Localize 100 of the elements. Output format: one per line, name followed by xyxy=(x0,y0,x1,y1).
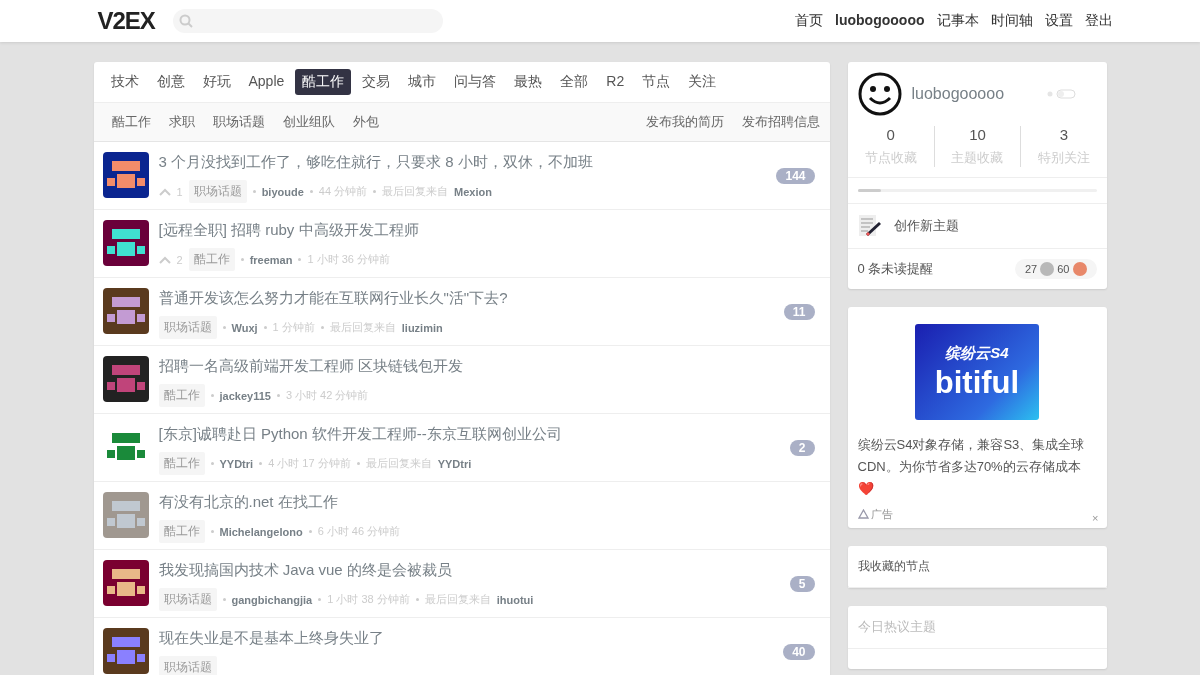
node-tag[interactable]: 职场话题 xyxy=(158,656,217,675)
card-title: 今日热议主题 xyxy=(847,606,1107,649)
banner-brand: bitiful xyxy=(934,364,1020,401)
avatar-drawing[interactable] xyxy=(102,152,149,198)
tab[interactable]: 好玩 xyxy=(195,69,238,95)
author-link[interactable]: Mexion xyxy=(454,185,492,198)
avatar-drawing[interactable] xyxy=(102,560,149,606)
topic-title[interactable]: 3 个月没找到工作了，够吃住就行，只要求 8 小时，双休，不加班 xyxy=(158,152,767,171)
search-field[interactable] xyxy=(172,9,443,33)
stat-value[interactable]: 0 xyxy=(886,126,895,143)
separator-dot-icon xyxy=(210,462,214,465)
separator-dot-icon xyxy=(320,326,324,329)
author-link[interactable]: ihuotui xyxy=(496,593,534,606)
author-link[interactable]: Michelangelono xyxy=(219,525,303,538)
topic-title[interactable]: [远程全职] 招聘 ruby 中高级开发工程师 xyxy=(158,220,816,239)
notepad-pencil-icon xyxy=(857,214,882,238)
author-link[interactable]: YYDtri xyxy=(219,457,254,470)
sub-tab[interactable]: 外包 xyxy=(352,113,379,131)
node-tag[interactable]: 酷工作 xyxy=(158,384,205,407)
author-link[interactable]: liuzimin xyxy=(401,321,443,334)
tab[interactable]: 全部 xyxy=(553,69,596,95)
search-icon xyxy=(178,14,193,28)
tab[interactable]: 交易 xyxy=(355,69,398,95)
separator-dot-icon xyxy=(276,394,280,397)
node-tag[interactable]: 职场话题 xyxy=(158,316,217,339)
topic-title[interactable]: 有没有北京的.net 在找工作 xyxy=(158,492,816,511)
nav-link[interactable]: luobogooooo xyxy=(835,12,925,30)
topic-title[interactable]: 我发现搞国内技术 Java vue 的终是会被裁员 xyxy=(158,560,780,579)
tab[interactable]: 问与答 xyxy=(447,69,504,95)
site-logo[interactable]: V2EX xyxy=(97,7,155,35)
ad-label: 广告 xyxy=(870,506,893,522)
tab[interactable]: 技术 xyxy=(103,69,146,95)
author-link[interactable]: freeman xyxy=(249,253,293,266)
card-title: 我收藏的节点 xyxy=(847,546,1107,588)
tab[interactable]: 关注 xyxy=(681,69,724,95)
stat-value[interactable]: 3 xyxy=(1059,126,1068,143)
action-link[interactable]: 发布招聘信息 xyxy=(741,113,820,131)
topic-title[interactable]: [东京]诚聘赴日 Python 软件开发工程师--东京互联网创业公司 xyxy=(158,424,780,443)
separator-dot-icon xyxy=(263,326,267,329)
separator-dot-icon xyxy=(415,598,419,601)
action-link[interactable]: 发布我的简历 xyxy=(645,113,724,131)
notifications-link[interactable]: 0 条未读提醒 xyxy=(857,260,934,278)
separator-dot-icon xyxy=(356,462,360,465)
separator-dot-icon xyxy=(298,258,302,261)
separator-dot-icon xyxy=(222,326,226,329)
nav-link[interactable]: 登出 xyxy=(1084,12,1113,30)
heart-emoji: ❤ xyxy=(857,481,874,496)
node-tag[interactable]: 酷工作 xyxy=(188,248,235,271)
nav-link[interactable]: 时间轴 xyxy=(990,12,1033,30)
sub-tab[interactable]: 酷工作 xyxy=(111,113,151,131)
author-link[interactable]: Wuxj xyxy=(231,321,258,334)
create-topic-link[interactable]: 创作新主题 xyxy=(893,217,959,235)
topic-title[interactable]: 招聘一名高级前端开发工程师 区块链钱包开发 xyxy=(158,356,816,375)
sub-tab[interactable]: 求职 xyxy=(168,113,195,131)
separator-dot-icon xyxy=(210,394,214,397)
avatar-drawing[interactable] xyxy=(102,628,149,674)
tab[interactable]: 城市 xyxy=(401,69,444,95)
username-link[interactable]: luobogooooo xyxy=(911,85,1037,103)
ad-text: 缤纷云S4对象存储，兼容S3、集成全球CDN。为你节省多达70%的云存储成本 ❤ xyxy=(857,436,1086,498)
author-link[interactable]: gangbichangjia xyxy=(231,593,313,606)
node-tag[interactable]: 职场话题 xyxy=(188,180,247,203)
tab[interactable]: R2 xyxy=(599,69,632,95)
coin-count: 27 xyxy=(1025,263,1038,275)
tab[interactable]: 节点 xyxy=(635,69,678,95)
nav-link[interactable]: 记事本 xyxy=(936,12,979,30)
nav-link[interactable]: 首页 xyxy=(795,12,824,30)
close-button[interactable]: × xyxy=(1092,512,1099,524)
avatar-drawing[interactable] xyxy=(102,356,149,402)
tab[interactable]: 最热 xyxy=(507,69,550,95)
smiley-avatar-icon[interactable] xyxy=(857,72,902,116)
tab[interactable]: Apple xyxy=(241,69,292,95)
tab[interactable]: 创意 xyxy=(149,69,192,95)
coin-count: 60 xyxy=(1057,263,1070,275)
separator-dot-icon xyxy=(318,598,322,601)
avatar-drawing[interactable] xyxy=(102,220,149,266)
sub-tab[interactable]: 创业组队 xyxy=(282,113,335,131)
triangle-icon xyxy=(857,509,869,519)
node-tag[interactable]: 酷工作 xyxy=(158,452,205,475)
separator-dot-icon xyxy=(259,462,263,465)
sub-tab[interactable]: 职场话题 xyxy=(212,113,265,131)
author-link[interactable]: biyoude xyxy=(261,185,304,198)
author-link[interactable]: YYDtri xyxy=(437,457,472,470)
node-tag[interactable]: 职场话题 xyxy=(158,588,217,611)
balance-pill[interactable]: 27 60 xyxy=(1015,259,1097,279)
separator-dot-icon xyxy=(210,530,214,533)
separator-dot-icon xyxy=(308,530,312,533)
node-tag[interactable]: 酷工作 xyxy=(158,520,205,543)
nav-link[interactable]: 设置 xyxy=(1044,12,1073,30)
stat-value[interactable]: 10 xyxy=(969,126,986,143)
avatar-drawing[interactable] xyxy=(102,288,149,334)
tab[interactable]: 酷工作 xyxy=(295,69,352,95)
topic-title[interactable]: 现在失业是不是基本上终身失业了 xyxy=(158,628,774,647)
ad-banner[interactable]: 缤纷云S4 bitiful xyxy=(915,324,1039,420)
separator-dot-icon xyxy=(240,258,244,261)
separator-dot-icon xyxy=(252,190,256,193)
topic-title[interactable]: 普通开发该怎么努力才能在互联网行业长久"活"下去? xyxy=(158,288,774,307)
separator-dot-icon xyxy=(309,190,313,193)
author-link[interactable]: jackey115 xyxy=(219,389,271,402)
separator-dot-icon xyxy=(373,190,377,193)
banner-title: 缤纷云S4 xyxy=(945,343,1009,363)
